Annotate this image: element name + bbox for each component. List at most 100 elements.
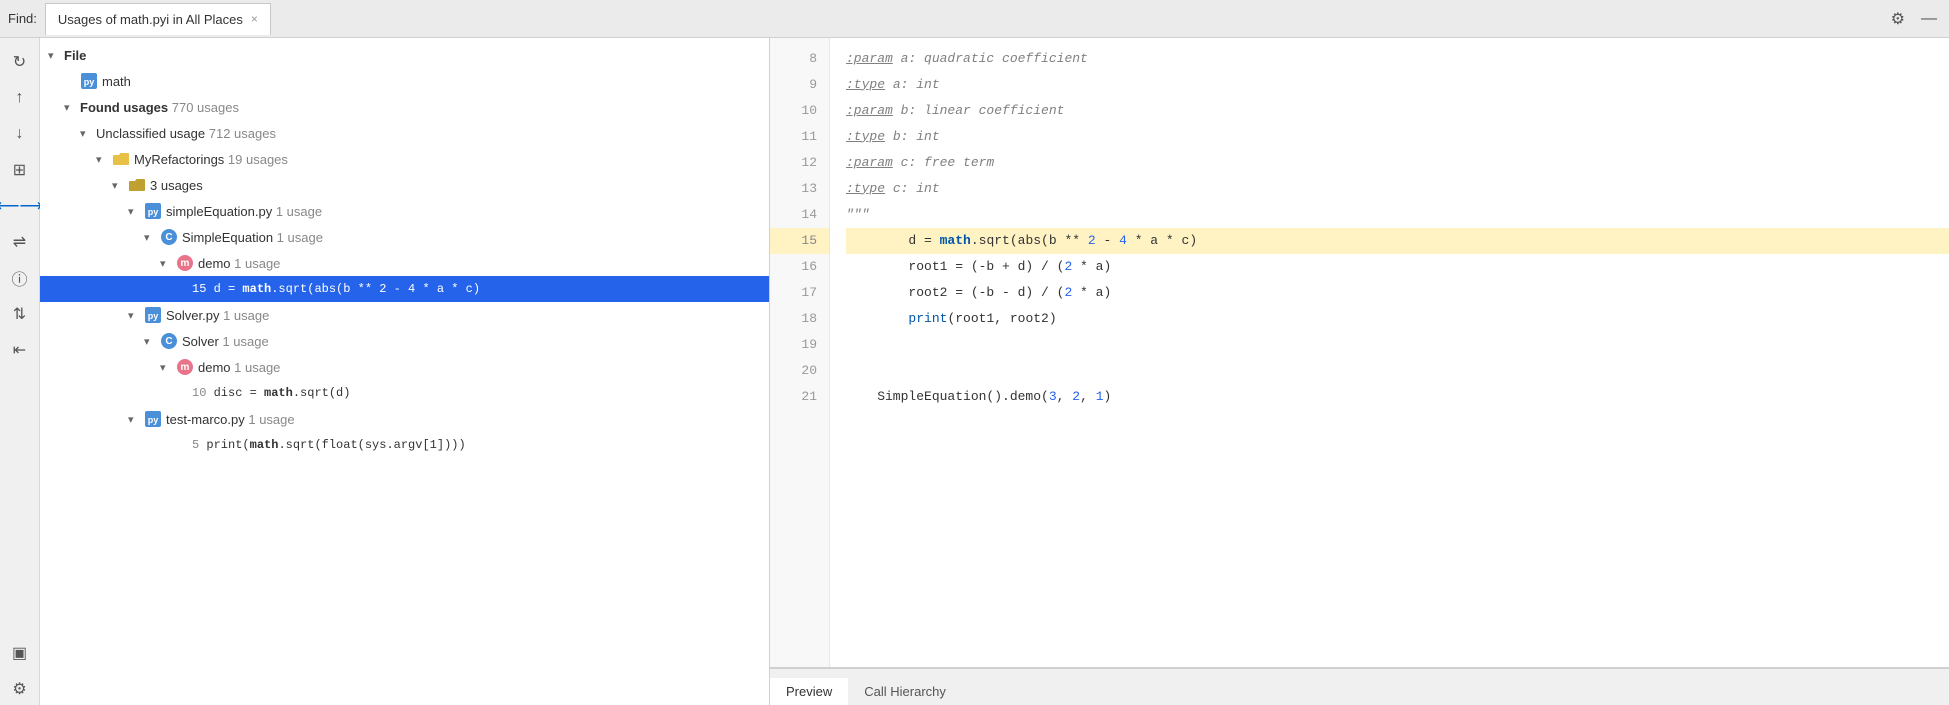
line-num-8: 8 bbox=[770, 46, 829, 72]
main-tab[interactable]: Usages of math.pyi in All Places × bbox=[45, 3, 271, 35]
refresh-icon[interactable]: ↻ bbox=[4, 46, 36, 78]
tree-row-3usages[interactable]: ▾ 3 usages bbox=[40, 172, 769, 198]
line-num-12: 12 bbox=[770, 150, 829, 176]
tab-close-button[interactable]: × bbox=[251, 12, 258, 26]
expand-icon: ▾ bbox=[128, 205, 144, 218]
code-line-10: :param b: linear coefficient bbox=[846, 98, 1949, 124]
tab-preview[interactable]: Preview bbox=[770, 678, 848, 705]
simpleequation-class-label: SimpleEquation 1 usage bbox=[182, 230, 761, 245]
layout-icon[interactable]: ⊞ bbox=[4, 154, 36, 186]
svg-text:py: py bbox=[148, 415, 159, 425]
code-line-20 bbox=[846, 358, 1949, 384]
collapse-all-icon[interactable]: ⇤ bbox=[4, 334, 36, 366]
line-num-18: 18 bbox=[770, 306, 829, 332]
simpleequation-py-icon: py bbox=[144, 202, 162, 220]
line-num-19: 19 bbox=[770, 332, 829, 358]
line-num-15: 15 bbox=[770, 228, 829, 254]
settings-button[interactable]: ⚙ bbox=[1887, 7, 1909, 31]
expand-icon: ▾ bbox=[128, 413, 144, 426]
expand-icon: ▾ bbox=[144, 335, 160, 348]
line-num-17: 17 bbox=[770, 280, 829, 306]
code-line-14: """ bbox=[846, 202, 1949, 228]
line-num-9: 9 bbox=[770, 72, 829, 98]
tree-row-selected-code[interactable]: 15 d = math.sqrt(abs(b ** 2 - 4 * a * c) bbox=[40, 276, 769, 302]
top-bar: Find: Usages of math.pyi in All Places ×… bbox=[0, 0, 1949, 38]
solver-py-icon: py bbox=[144, 306, 162, 324]
selected-code-snippet: 15 d = math.sqrt(abs(b ** 2 - 4 * a * c) bbox=[192, 282, 480, 296]
unclassified-label: Unclassified usage 712 usages bbox=[96, 126, 761, 141]
solver-class-label: Solver 1 usage bbox=[182, 334, 761, 349]
solver-py-label: Solver.py 1 usage bbox=[166, 308, 761, 323]
minimize-button[interactable]: — bbox=[1917, 7, 1941, 31]
code-line-15: d = math.sqrt(abs(b ** 2 - 4 * a * c) bbox=[846, 228, 1949, 254]
tree-row-myrefactorings[interactable]: ▾ MyRefactorings 19 usages bbox=[40, 146, 769, 172]
settings-sidebar-icon[interactable]: ⚙ bbox=[4, 673, 36, 705]
tree-row-disc-code[interactable]: 10 disc = math.sqrt(d) bbox=[40, 380, 769, 406]
code-line-9: :type a: int bbox=[846, 72, 1949, 98]
method-icon: m bbox=[176, 254, 194, 272]
info-icon[interactable]: ⓘ bbox=[4, 262, 36, 294]
svg-text:py: py bbox=[148, 207, 159, 217]
down-icon[interactable]: ↓ bbox=[4, 118, 36, 150]
tree-row-simpleequation-class[interactable]: ▾ C SimpleEquation 1 usage bbox=[40, 224, 769, 250]
tree-row-file-header[interactable]: ▾ File bbox=[40, 42, 769, 68]
top-bar-actions: ⚙ — bbox=[1887, 7, 1941, 31]
tab-title: Usages of math.pyi in All Places bbox=[58, 12, 243, 27]
simpleequation-py-label: simpleEquation.py 1 usage bbox=[166, 204, 761, 219]
tab-call-hierarchy[interactable]: Call Hierarchy bbox=[848, 678, 962, 705]
diff-icon[interactable]: ⇌ bbox=[4, 226, 36, 258]
up-icon[interactable]: ↑ bbox=[4, 82, 36, 114]
expand-icon: ▾ bbox=[128, 309, 144, 322]
demo-solver-label: demo 1 usage bbox=[198, 360, 761, 375]
svg-text:py: py bbox=[148, 311, 159, 321]
testmarco-py-label: test-marco.py 1 usage bbox=[166, 412, 761, 427]
3usages-label: 3 usages bbox=[150, 178, 761, 193]
bottom-tabs: Preview Call Hierarchy bbox=[770, 667, 1949, 705]
tree-content: ▾ File py math ▾ Found usages 770 usages bbox=[40, 38, 769, 705]
expand-icon: ▾ bbox=[112, 179, 128, 192]
math-file-icon: py bbox=[80, 72, 98, 90]
solver-class-icon: C bbox=[160, 332, 178, 350]
code-area: 8 9 10 11 12 13 14 15 16 17 18 19 20 21 … bbox=[770, 38, 1949, 667]
expand-icon: ▾ bbox=[160, 257, 176, 270]
found-usages-label: Found usages 770 usages bbox=[80, 100, 761, 115]
line-num-14: 14 bbox=[770, 202, 829, 228]
expand-icon: ▾ bbox=[160, 361, 176, 374]
tree-row-solver-class[interactable]: ▾ C Solver 1 usage bbox=[40, 328, 769, 354]
code-line-19 bbox=[846, 332, 1949, 358]
tree-row-found-usages[interactable]: ▾ Found usages 770 usages bbox=[40, 94, 769, 120]
expand-icon: ▾ bbox=[48, 49, 64, 62]
code-line-16: root1 = (-b + d) / (2 * a) bbox=[846, 254, 1949, 280]
code-panel: 8 9 10 11 12 13 14 15 16 17 18 19 20 21 … bbox=[770, 38, 1949, 705]
merge-icon[interactable]: ⟵⟶ bbox=[4, 190, 36, 222]
tree-row-solver-py[interactable]: ▾ py Solver.py 1 usage bbox=[40, 302, 769, 328]
expand-icon: ▾ bbox=[80, 127, 96, 140]
tree-row-testmarco-py[interactable]: ▾ py test-marco.py 1 usage bbox=[40, 406, 769, 432]
testmarco-py-icon: py bbox=[144, 410, 162, 428]
print-code-snippet: 5 print(math.sqrt(float(sys.argv[1]))) bbox=[192, 438, 466, 452]
tree-row-demo-solver[interactable]: ▾ m demo 1 usage bbox=[40, 354, 769, 380]
code-lines: :param a: quadratic coefficient :type a:… bbox=[830, 38, 1949, 667]
panel-icon[interactable]: ▣ bbox=[4, 637, 36, 669]
subfolder-icon bbox=[128, 176, 146, 194]
demo-method-label: demo 1 usage bbox=[198, 256, 761, 271]
tree-row-unclassified[interactable]: ▾ Unclassified usage 712 usages bbox=[40, 120, 769, 146]
main-area: ↻ ↑ ↓ ⊞ ⟵⟶ ⇌ ⓘ ⇅ ⇤ ▣ ⚙ ▾ File py bbox=[0, 38, 1949, 705]
myrefactorings-label: MyRefactorings 19 usages bbox=[134, 152, 761, 167]
file-header-label: File bbox=[64, 48, 761, 63]
line-num-16: 16 bbox=[770, 254, 829, 280]
line-num-21: 21 bbox=[770, 384, 829, 410]
line-numbers: 8 9 10 11 12 13 14 15 16 17 18 19 20 21 bbox=[770, 38, 830, 667]
code-line-18: print(root1, root2) bbox=[846, 306, 1949, 332]
class-icon: C bbox=[160, 228, 178, 246]
tree-row-demo-method[interactable]: ▾ m demo 1 usage bbox=[40, 250, 769, 276]
filter-icon[interactable]: ⇅ bbox=[4, 298, 36, 330]
tree-panel: ▾ File py math ▾ Found usages 770 usages bbox=[40, 38, 770, 705]
find-label: Find: bbox=[8, 11, 37, 26]
tree-row-math[interactable]: py math bbox=[40, 68, 769, 94]
tree-row-print-code[interactable]: 5 print(math.sqrt(float(sys.argv[1]))) bbox=[40, 432, 769, 458]
tree-row-simpleequation-py[interactable]: ▾ py simpleEquation.py 1 usage bbox=[40, 198, 769, 224]
svg-text:py: py bbox=[84, 77, 95, 87]
code-line-8: :param a: quadratic coefficient bbox=[846, 46, 1949, 72]
expand-icon: ▾ bbox=[64, 101, 80, 114]
